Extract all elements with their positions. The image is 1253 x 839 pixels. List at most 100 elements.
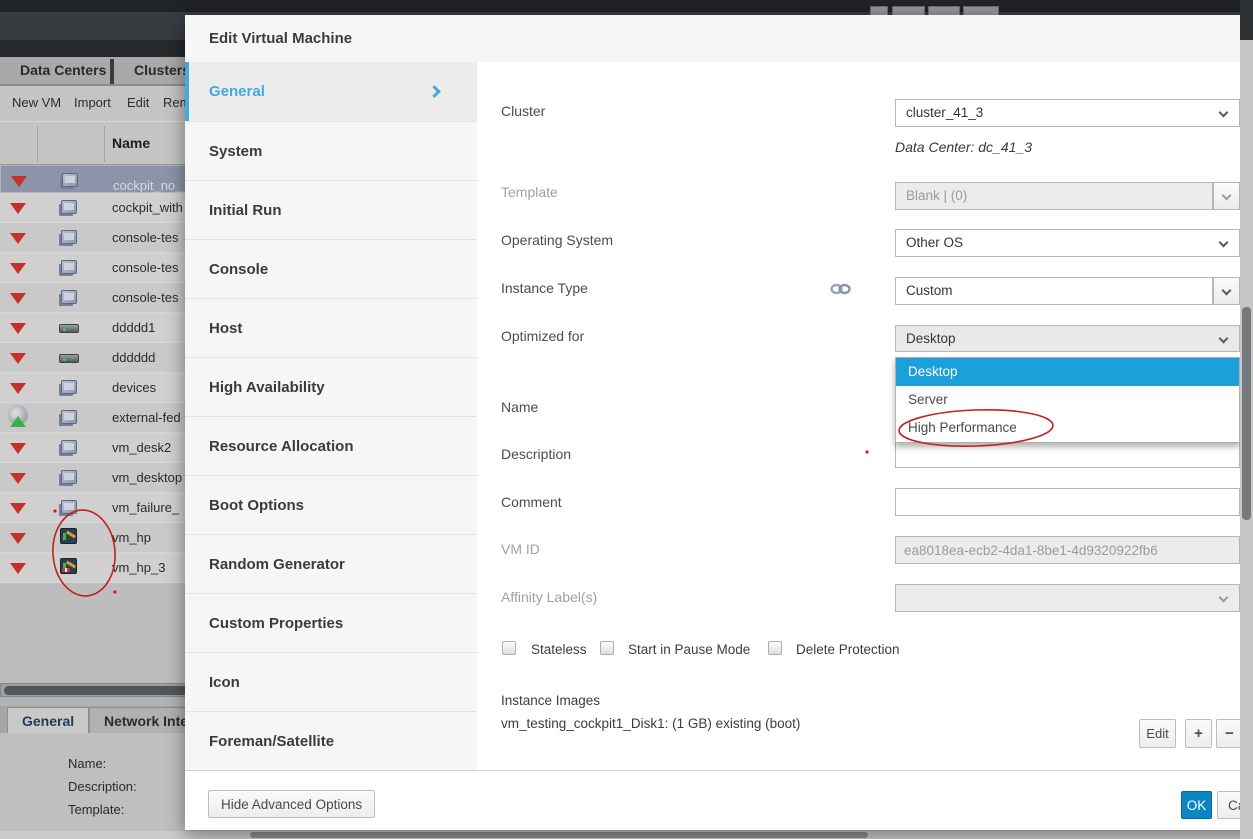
- disk-add-button[interactable]: +: [1185, 719, 1212, 748]
- disk-remove-button[interactable]: −: [1216, 719, 1243, 748]
- dropdown-option-desktop[interactable]: Desktop: [896, 358, 1239, 386]
- edit-button[interactable]: Edit: [127, 95, 149, 110]
- column-divider: [37, 126, 38, 162]
- optimized-for-label: Optimized for: [501, 328, 584, 344]
- name-column-header[interactable]: Name: [112, 135, 150, 151]
- dialog-header: Edit Virtual Machine: [185, 15, 1253, 62]
- vm-type-desktop-icon: [62, 173, 78, 187]
- dropdown-option-high-performance[interactable]: High Performance: [896, 414, 1239, 442]
- vm-type-desktop-icon: [61, 290, 77, 304]
- vm-status-down-icon: [10, 263, 26, 274]
- column-divider: [104, 126, 105, 162]
- vm-status-down-icon: [10, 503, 26, 514]
- vm-name: vm_desk2: [112, 440, 171, 455]
- sidebar-item-resource-allocation[interactable]: Resource Allocation: [185, 416, 477, 475]
- import-button[interactable]: Import: [74, 95, 111, 110]
- vm-name: ddddd1: [112, 320, 155, 335]
- stateless-label: Stateless: [531, 642, 587, 657]
- ok-button[interactable]: OK: [1181, 791, 1212, 819]
- operating-system-label: Operating System: [501, 232, 613, 248]
- dropdown-option-server[interactable]: Server: [896, 386, 1239, 414]
- sidebar-item-general[interactable]: General: [185, 62, 477, 121]
- description-input[interactable]: [895, 440, 1240, 468]
- detail-template-label: Template:: [68, 802, 124, 817]
- sidebar-item-boot-options[interactable]: Boot Options: [185, 475, 477, 534]
- comment-label: Comment: [501, 494, 562, 510]
- header-button[interactable]: [892, 6, 925, 15]
- dialog-title: Edit Virtual Machine: [209, 30, 352, 47]
- vm-type-desktop-icon: [61, 380, 77, 394]
- sidebar-item-label: Foreman/Satellite: [209, 733, 334, 750]
- scrollbar-thumb[interactable]: [1242, 307, 1251, 520]
- vm-type-desktop-icon: [61, 230, 77, 244]
- sidebar-item-initial-run[interactable]: Initial Run: [185, 180, 477, 239]
- sidebar-item-label: High Availability: [209, 379, 325, 396]
- header-button[interactable]: [870, 6, 888, 15]
- affinity-labels-select: [895, 584, 1240, 612]
- vm-type-desktop-icon: [61, 500, 77, 514]
- header-button[interactable]: [928, 6, 960, 15]
- sidebar-item-label: Initial Run: [209, 202, 282, 219]
- sidebar-item-random-generator[interactable]: Random Generator: [185, 534, 477, 593]
- vm-status-up-icon: [10, 416, 26, 427]
- sidebar-item-label: General: [209, 83, 265, 100]
- operating-system-select[interactable]: Other OS: [895, 229, 1240, 257]
- vm-name: console-tes: [112, 290, 178, 305]
- detail-name-label: Name:: [68, 756, 106, 771]
- optimized-for-dropdown: Desktop Server High Performance: [895, 357, 1240, 443]
- vm-status-down-icon: [10, 533, 26, 544]
- hide-advanced-options-button[interactable]: Hide Advanced Options: [208, 790, 375, 818]
- scrollbar-thumb[interactable]: [250, 832, 868, 838]
- disk-description: vm_testing_cockpit1_Disk1: (1 GB) existi…: [501, 716, 800, 731]
- vm-name: cockpit_with: [112, 200, 183, 215]
- sidebar-item-foreman-satellite[interactable]: Foreman/Satellite: [185, 711, 477, 770]
- vm-type-server-icon: [59, 324, 79, 333]
- optimized-for-select[interactable]: Desktop: [895, 325, 1240, 352]
- vm-type-desktop-icon: [61, 410, 77, 424]
- sidebar-item-custom-properties[interactable]: Custom Properties: [185, 593, 477, 652]
- page-vertical-scrollbar[interactable]: [1240, 0, 1253, 839]
- vm-name: external-fed: [112, 410, 181, 425]
- page-horizontal-scrollbar[interactable]: [0, 831, 1253, 839]
- chevron-down-icon: [1222, 286, 1232, 296]
- sidebar-item-label: Random Generator: [209, 556, 345, 573]
- instance-type-dropdown-button[interactable]: [1213, 277, 1240, 305]
- comment-input[interactable]: [895, 488, 1240, 516]
- dialog-sidebar: General System Initial Run Console Host …: [185, 62, 477, 770]
- start-in-pause-mode-checkbox[interactable]: [600, 641, 614, 655]
- vm-type-high-performance-icon: [60, 558, 77, 574]
- instance-type-select[interactable]: Custom: [895, 277, 1213, 305]
- disk-edit-button[interactable]: Edit: [1139, 719, 1176, 748]
- vm-status-down-icon: [10, 203, 26, 214]
- optimized-for-value: Desktop: [906, 331, 956, 346]
- tab-data-centers[interactable]: Data Centers: [6, 57, 120, 84]
- cluster-select[interactable]: cluster_41_3: [895, 99, 1240, 127]
- vm-type-desktop-icon: [61, 440, 77, 454]
- sidebar-item-console[interactable]: Console: [185, 239, 477, 298]
- delete-protection-checkbox[interactable]: [768, 641, 782, 655]
- sidebar-item-label: Resource Allocation: [209, 438, 353, 455]
- header-button[interactable]: [963, 6, 999, 15]
- new-vm-button[interactable]: New VM: [12, 95, 61, 110]
- chevron-down-icon: [1219, 108, 1229, 118]
- vm-type-desktop-icon: [61, 470, 77, 484]
- stateless-checkbox[interactable]: [502, 641, 516, 655]
- sidebar-item-host[interactable]: Host: [185, 298, 477, 357]
- sidebar-item-label: Console: [209, 261, 268, 278]
- vm-status-down-icon: [10, 323, 26, 334]
- top-bar: [0, 0, 1253, 12]
- chevron-right-icon: [428, 85, 441, 98]
- vm-name: console-tes: [112, 230, 178, 245]
- description-label: Description: [501, 446, 571, 462]
- instance-type-label: Instance Type: [501, 280, 588, 296]
- vm-type-desktop-icon: [61, 200, 77, 214]
- sidebar-item-icon[interactable]: Icon: [185, 652, 477, 711]
- vm-status-down-icon: [10, 563, 26, 574]
- vm-status-down-icon: [11, 176, 27, 187]
- sidebar-item-system[interactable]: System: [185, 121, 477, 180]
- tab-divider: [110, 59, 114, 84]
- sidebar-item-label: Host: [209, 320, 242, 337]
- detail-description-label: Description:: [68, 779, 137, 794]
- tab-general[interactable]: General: [7, 707, 89, 733]
- sidebar-item-high-availability[interactable]: High Availability: [185, 357, 477, 416]
